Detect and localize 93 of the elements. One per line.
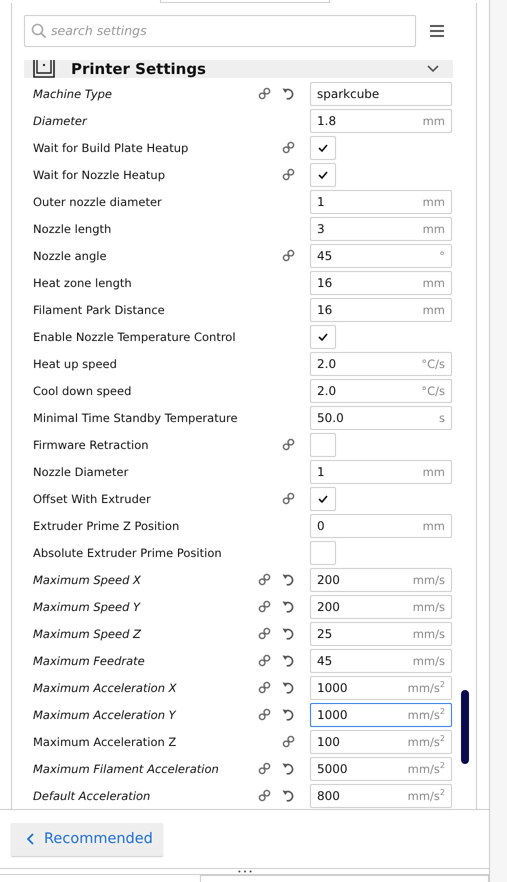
recommended-button[interactable]: Recommended <box>11 822 163 856</box>
reset-icon[interactable] <box>282 789 294 802</box>
setting-label: Firmware Retraction <box>33 438 150 452</box>
section-header[interactable]: Printer Settings <box>24 60 453 78</box>
link-icon[interactable] <box>258 627 270 640</box>
value-field[interactable]: 45 ° <box>310 244 452 268</box>
setting-label: Nozzle Diameter <box>33 464 130 478</box>
value-field[interactable]: 50.0 s <box>310 406 452 430</box>
setting-label: Enable Nozzle Temperature Control <box>33 330 237 344</box>
reset-icon[interactable] <box>282 627 294 640</box>
setting-label: Absolute Extruder Prime Position <box>33 546 223 560</box>
setting-label: Minimal Time Standby Temperature <box>33 410 239 424</box>
link-icon[interactable] <box>282 141 294 154</box>
reset-icon[interactable] <box>282 762 294 775</box>
menu-icon[interactable] <box>430 24 444 36</box>
reset-icon[interactable] <box>282 87 294 100</box>
setting-label: Nozzle length <box>33 222 112 236</box>
setting-label: Machine Type <box>33 86 114 100</box>
search-icon <box>31 22 47 38</box>
value-field[interactable]: sparkcube <box>310 82 452 106</box>
reset-icon[interactable] <box>282 573 294 586</box>
link-icon[interactable] <box>258 681 270 694</box>
setting-label: Nozzle angle <box>33 248 108 262</box>
chevron-left-icon <box>27 833 34 846</box>
value-field[interactable]: 25 mm/s <box>310 622 452 646</box>
checkbox[interactable] <box>310 432 336 456</box>
check-icon <box>318 170 328 178</box>
checkbox[interactable] <box>310 324 336 348</box>
setting-label: Cool down speed <box>33 384 132 398</box>
setting-label: Maximum Acceleration Z <box>33 734 178 748</box>
value-field[interactable]: 1000 mm/s$^{2}$ <box>310 676 452 700</box>
setting-label: Default Acceleration <box>33 788 152 802</box>
link-icon[interactable] <box>258 762 270 775</box>
setting-label: Maximum Speed Z <box>33 626 142 640</box>
setting-label: Diameter <box>33 114 88 128</box>
value-field[interactable]: 45 mm/s <box>310 648 452 672</box>
setting-label: Maximum Feedrate <box>33 654 146 668</box>
setting-label: Heat zone length <box>33 276 133 290</box>
setting-label: Maximum Filament Acceleration <box>33 762 220 776</box>
setting-label: Extruder Prime Z Position <box>33 518 180 532</box>
value-field[interactable]: 5000 mm/s$^{2}$ <box>310 756 452 780</box>
value-field[interactable]: 100 mm/s$^{2}$ <box>310 730 452 754</box>
link-icon[interactable] <box>258 654 270 667</box>
setting-label: Wait for Build Plate Heatup <box>33 140 190 154</box>
check-icon <box>318 332 328 340</box>
resize-grip-icon[interactable] <box>238 870 252 874</box>
setting-label: Maximum Speed X <box>33 572 142 586</box>
value-field[interactable]: 16 mm <box>310 270 452 294</box>
link-icon[interactable] <box>282 735 294 748</box>
link-icon[interactable] <box>282 492 294 505</box>
checkbox[interactable] <box>310 162 336 186</box>
check-icon <box>318 494 328 502</box>
printer-icon <box>33 60 55 78</box>
setting-label: Maximum Acceleration X <box>33 680 178 694</box>
checkbox[interactable] <box>310 486 336 510</box>
setting-label: Outer nozzle diameter <box>33 194 163 208</box>
value-field[interactable]: 1000 mm/s$^{2}$ <box>310 702 452 726</box>
value-field[interactable]: 1 mm <box>310 190 452 214</box>
section-title: Printer Settings <box>71 60 206 78</box>
checkbox[interactable] <box>310 136 336 160</box>
value-field[interactable]: 200 mm/s <box>310 594 452 618</box>
value-field[interactable]: 1 mm <box>310 460 452 484</box>
setting-label: Filament Park Distance <box>33 302 166 316</box>
link-icon[interactable] <box>282 168 294 181</box>
setting-label: Maximum Acceleration Y <box>33 708 178 722</box>
scrollbar[interactable] <box>461 690 469 764</box>
reset-icon[interactable] <box>282 600 294 613</box>
setting-label: Heat up speed <box>33 356 118 370</box>
check-icon <box>318 144 328 152</box>
setting-label: Wait for Nozzle Heatup <box>33 168 166 182</box>
value-field[interactable]: 0 mm <box>310 514 452 538</box>
value-field[interactable]: 800 mm/s$^{2}$ <box>310 784 452 808</box>
reset-icon[interactable] <box>282 681 294 694</box>
value-field[interactable]: 3 mm <box>310 216 452 240</box>
search-field[interactable]: search settings <box>24 14 416 46</box>
checkbox[interactable] <box>310 540 336 564</box>
link-icon[interactable] <box>282 438 294 451</box>
value-field[interactable]: 16 mm <box>310 298 452 322</box>
link-icon[interactable] <box>258 87 270 100</box>
value-field[interactable]: 2.0 °C/s <box>310 378 452 402</box>
reset-icon[interactable] <box>282 654 294 667</box>
reset-icon[interactable] <box>282 708 294 721</box>
link-icon[interactable] <box>258 573 270 586</box>
chevron-icon[interactable] <box>427 65 439 73</box>
value-field[interactable]: 1.8 mm <box>310 108 452 132</box>
link-icon[interactable] <box>258 600 270 613</box>
setting-label: Maximum Speed Y <box>33 600 142 614</box>
link-icon[interactable] <box>282 249 294 262</box>
value-field[interactable]: 200 mm/s <box>310 568 452 592</box>
link-icon[interactable] <box>258 789 270 802</box>
link-icon[interactable] <box>258 708 270 721</box>
value-field[interactable]: 2.0 °C/s <box>310 352 452 376</box>
setting-label: Offset With Extruder <box>33 492 152 506</box>
